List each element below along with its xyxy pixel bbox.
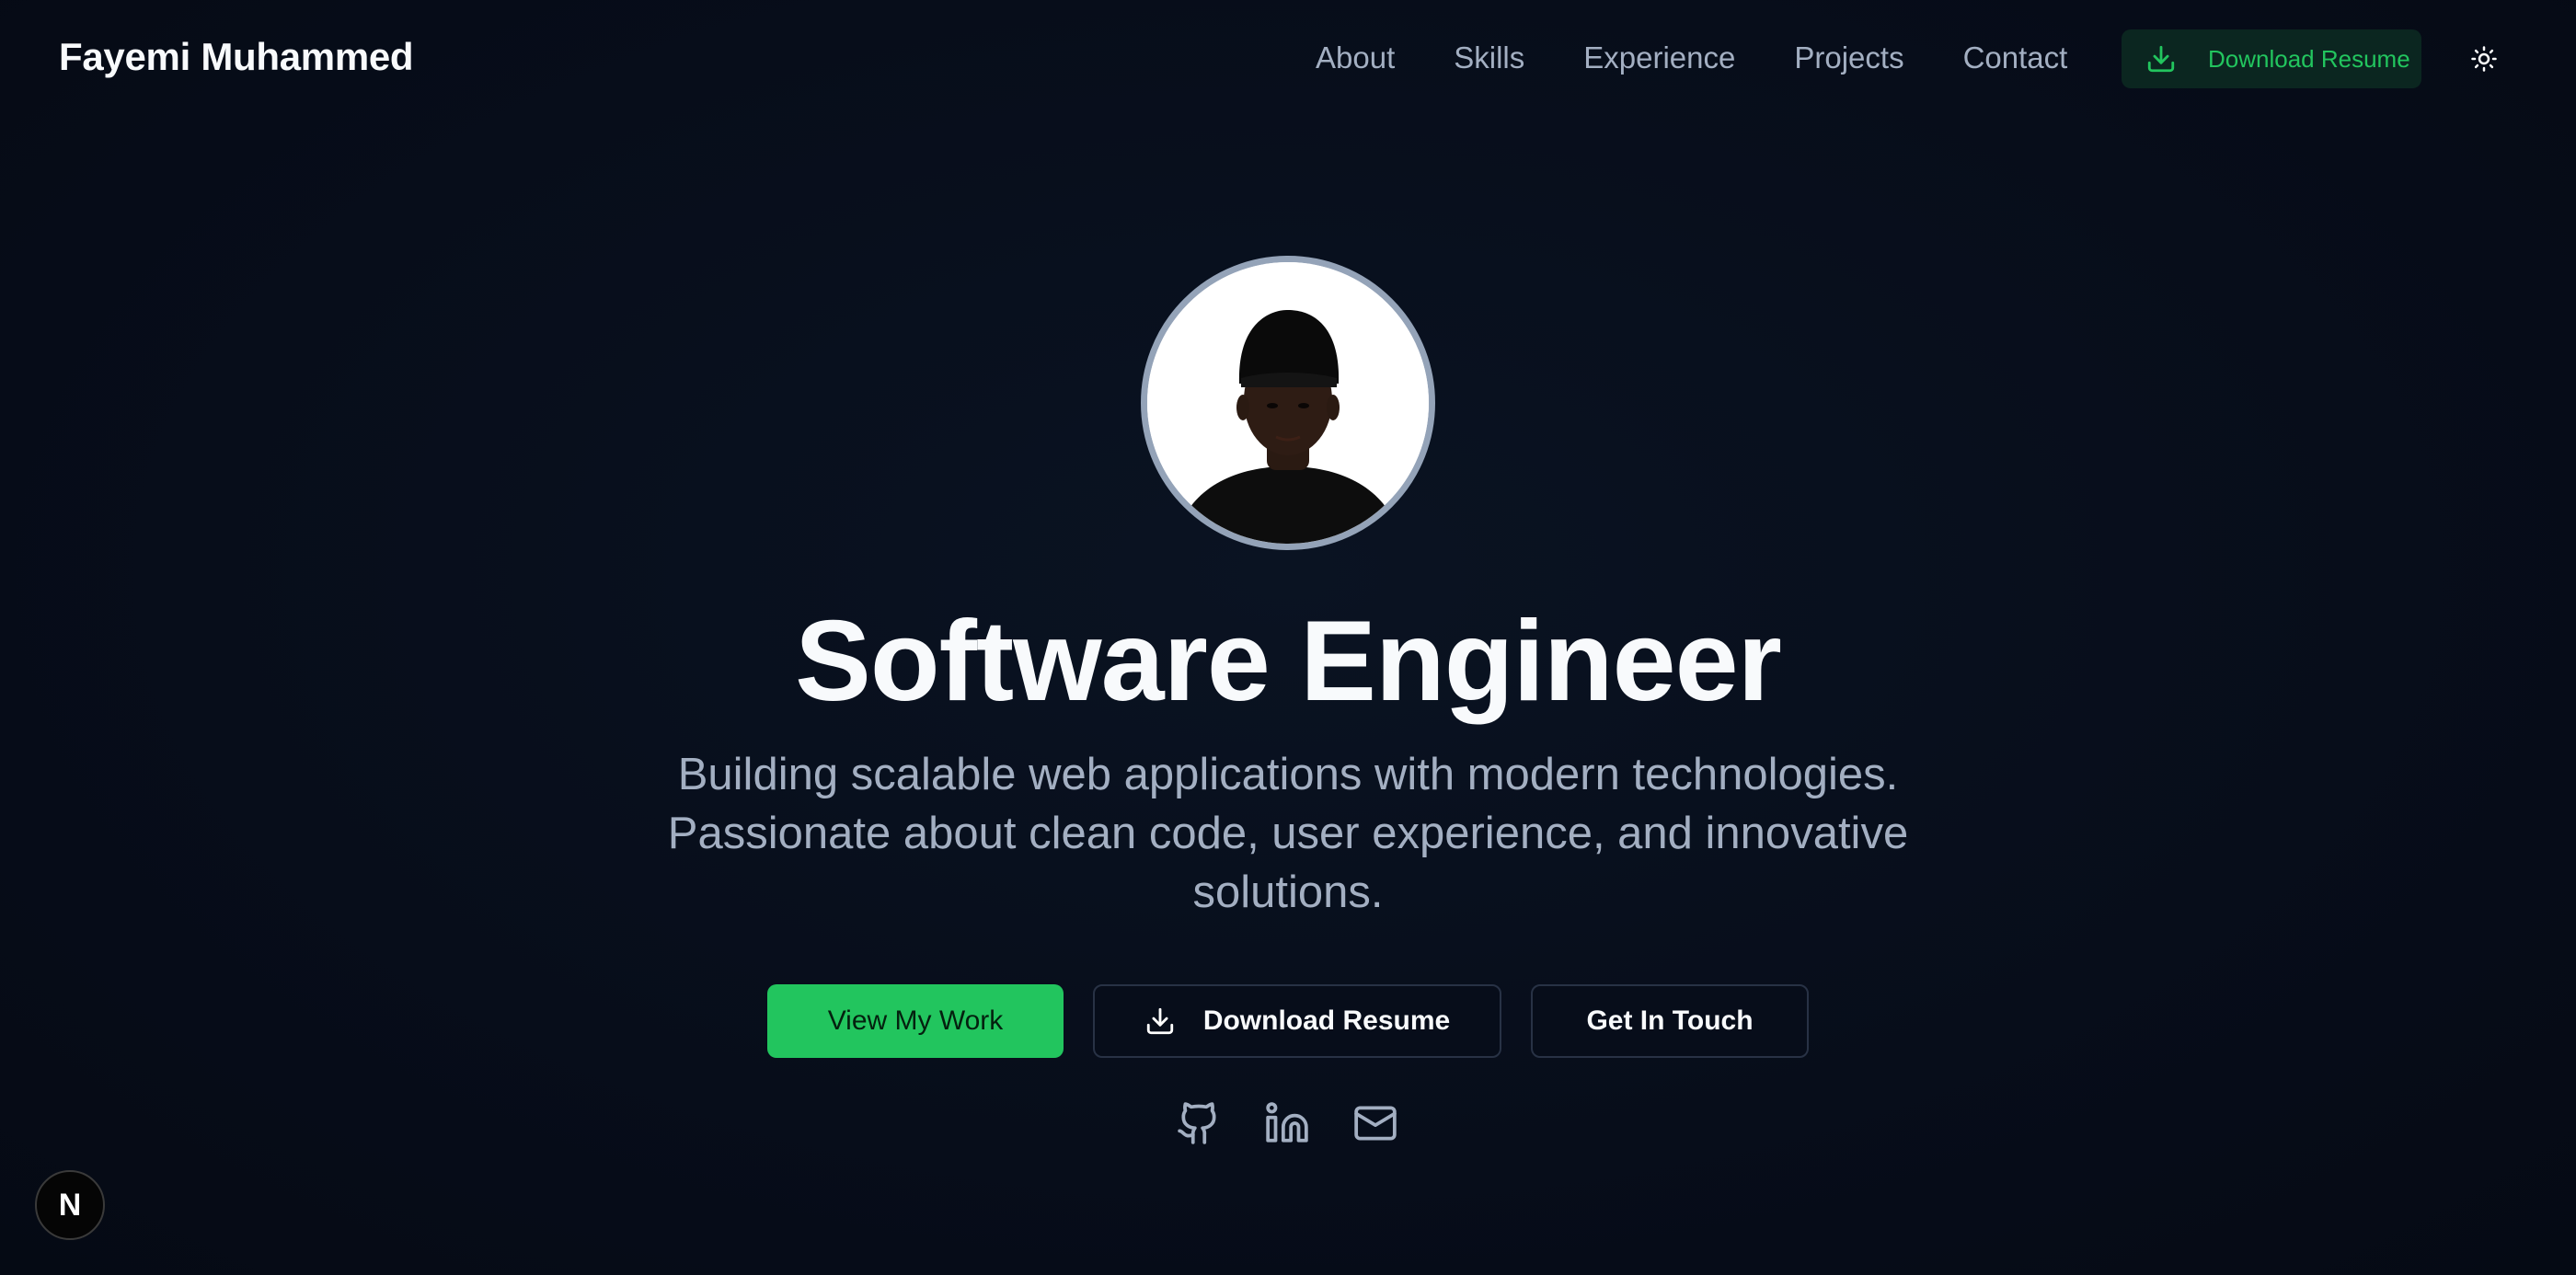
download-icon <box>1146 1007 1173 1035</box>
social-links <box>1176 1100 1398 1146</box>
nav-link-experience[interactable]: Experience <box>1583 37 1735 79</box>
download-icon <box>2147 45 2175 73</box>
nextjs-logo-icon: N <box>58 1187 82 1223</box>
mail-icon[interactable] <box>1352 1100 1398 1146</box>
download-resume-label: Download Resume <box>1202 1005 1451 1036</box>
nav-link-projects[interactable]: Projects <box>1794 37 1903 79</box>
nextjs-dev-badge[interactable]: N <box>35 1170 105 1240</box>
linkedin-icon[interactable] <box>1264 1100 1310 1146</box>
hero-title: Software Engineer <box>795 598 1782 725</box>
nav-link-contact[interactable]: Contact <box>1963 37 2068 79</box>
download-resume-button[interactable]: Download Resume <box>1093 984 1501 1058</box>
theme-toggle-button[interactable] <box>2462 37 2506 81</box>
top-nav: Fayemi Muhammed About Skills Experience … <box>0 0 2576 118</box>
nav-link-skills[interactable]: Skills <box>1454 37 1524 79</box>
profile-photo <box>1147 262 1429 544</box>
page: Fayemi Muhammed About Skills Experience … <box>0 0 2576 1275</box>
github-icon[interactable] <box>1176 1100 1222 1146</box>
hero-subtitle: Building scalable web applications with … <box>667 750 1909 917</box>
nav-link-about[interactable]: About <box>1316 37 1395 79</box>
avatar <box>1141 256 1435 550</box>
view-my-work-button[interactable]: View My Work <box>767 984 1064 1058</box>
brand-name[interactable]: Fayemi Muhammed <box>59 35 414 79</box>
get-in-touch-button[interactable]: Get In Touch <box>1531 984 1809 1058</box>
nav-download-label: Download Resume <box>2208 44 2410 73</box>
nav-links: About Skills Experience Projects Contact <box>1316 37 2067 79</box>
nav-download-resume-button[interactable]: Download Resume <box>2122 29 2421 88</box>
sun-icon <box>2471 46 2497 72</box>
